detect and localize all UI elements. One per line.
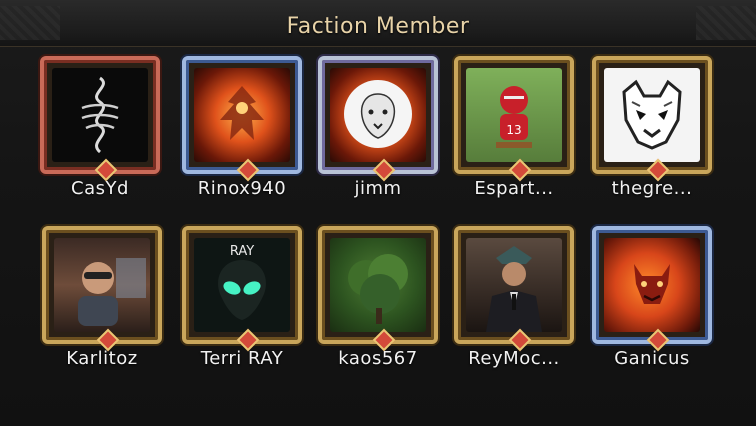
member-name: Rinox940 [197,178,287,199]
member-card[interactable]: jimm [308,56,448,206]
avatar-frame [40,56,160,182]
driver-selfie-icon [78,258,146,326]
avatar-frame [42,226,162,352]
suited-man-icon [486,246,542,332]
avatar [52,68,148,162]
football-player-icon: 13 [496,86,532,148]
avatar [604,238,700,332]
member-card[interactable]: Karlitoz [32,226,172,376]
member-grid: CasYd Rinox940 jimm 13 Espart... thegre.… [0,0,756,426]
avatar [194,68,290,162]
avatar-frame [592,56,712,182]
avatar-frame: RAY [182,226,302,352]
avatar [466,238,562,332]
member-name: Ganicus [614,348,690,369]
avatar [330,68,426,162]
avatar: RAY [194,238,290,332]
member-name: CasYd [71,178,129,199]
fire-dragon-icon [220,86,264,140]
member-name: ReyMoc... [468,348,560,369]
svg-text:13: 13 [506,123,521,137]
member-name: Terri RAY [200,348,284,369]
avatar-frame [318,56,438,182]
avatar-frame [318,226,438,352]
member-card[interactable]: Ganicus [582,226,722,376]
avatar-frame [454,226,574,352]
member-card[interactable]: Rinox940 [172,56,312,206]
panda-tiger-icon [622,79,682,150]
member-card[interactable]: RAY Terri RAY [172,226,312,376]
member-name: kaos567 [338,348,418,369]
tree-icon [348,254,408,324]
member-name: thegre... [611,178,693,199]
lion-icon [344,80,412,148]
member-card[interactable]: ReyMoc... [444,226,584,376]
member-card[interactable]: 13 Espart... [444,56,584,206]
avatar-text: RAY [229,244,255,259]
member-name: Espart... [474,178,554,199]
avatar [604,68,700,162]
avatar [330,238,426,332]
member-card[interactable]: CasYd [30,56,170,206]
member-card[interactable]: kaos567 [308,226,448,376]
avatar [54,238,150,332]
avatar-frame: 13 [454,56,574,182]
demon-face-icon [634,264,670,304]
faction-member-panel: Faction Member CasYd Rinox940 jimm 13 Es… [0,0,756,426]
avatar: 13 [466,68,562,162]
avatar-frame [592,226,712,352]
avatar-frame [182,56,302,182]
member-card[interactable]: thegre... [582,56,722,206]
member-name: Karlitoz [66,348,138,369]
member-name: jimm [354,178,402,199]
serpent-glyph-icon [81,76,119,154]
